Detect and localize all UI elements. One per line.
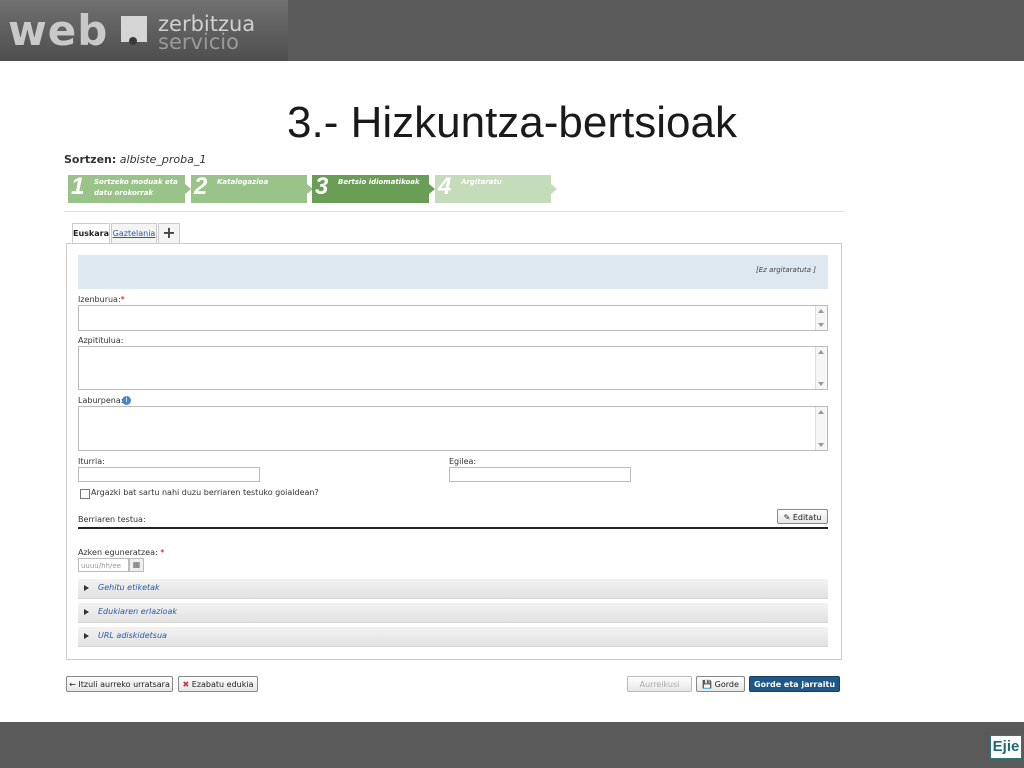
step-2[interactable]: 2 Katalogazioa: [191, 173, 313, 203]
source-input[interactable]: [78, 467, 260, 482]
summary-textarea[interactable]: [78, 406, 828, 451]
accordion-label: URL adiskidetsua: [98, 631, 167, 640]
save-icon: 💾: [702, 680, 713, 689]
scrollbar[interactable]: [815, 407, 827, 450]
step-3-active[interactable]: 3 Bertsio idiomatikoak: [312, 173, 435, 203]
add-language-icon[interactable]: +: [158, 223, 180, 243]
scrollbar[interactable]: [815, 347, 827, 389]
image-checkbox[interactable]: [80, 489, 90, 499]
edit-icon: ✎: [783, 513, 791, 522]
divider: [64, 211, 844, 212]
step-4[interactable]: 4 Argitaratu: [435, 173, 557, 203]
preview-button[interactable]: Aurreikusi: [627, 676, 692, 692]
step-arrow-icon: [551, 184, 557, 194]
calendar-icon[interactable]: ▦: [129, 558, 144, 572]
news-text-label: Berriaren testua:: [78, 515, 146, 524]
creating-title: Sortzen: albiste_proba_1: [64, 153, 206, 166]
step-label: Sortzeko moduak eta datu orokorrak: [94, 178, 178, 197]
bottom-banner: [0, 722, 1024, 768]
step-label: Katalogazioa: [217, 178, 269, 186]
slide-title: 3.- Hizkuntza-bertsioak: [287, 98, 737, 147]
info-icon[interactable]: i: [122, 396, 131, 405]
ejie-logo: Ejie: [990, 735, 1022, 759]
author-input[interactable]: [449, 467, 631, 482]
back-button[interactable]: ← Itzuli aurreko urratsara: [66, 676, 173, 692]
publish-status-bar: [Ez argitaratuta ]: [78, 255, 828, 289]
tab-euskara[interactable]: Euskara: [72, 223, 110, 244]
last-update-label: Azken eguneratzea: *: [78, 548, 165, 557]
accordion-friendly-url[interactable]: URL adiskidetsua: [78, 627, 828, 647]
image-checkbox-label: Argazki bat sartu nahi duzu berriaren te…: [91, 488, 319, 497]
expand-triangle-icon: [84, 585, 89, 591]
title-label: Izenburua:*: [78, 295, 125, 304]
tab-gaztelania[interactable]: Gaztelania: [111, 223, 157, 243]
step-number: 4: [438, 173, 452, 200]
author-label: Egilea:: [449, 457, 477, 466]
divider: [78, 527, 828, 529]
subtitle-label: Azpititulua:: [78, 336, 124, 345]
step-number: 3: [315, 173, 329, 200]
logo-line2: servicio: [158, 30, 239, 54]
accordion-relations[interactable]: Edukiaren erlazioak: [78, 603, 828, 623]
accordion-label: Gehitu etiketak: [98, 583, 160, 592]
delete-content-button[interactable]: ✖ Ezabatu edukia: [178, 676, 258, 692]
step-label: Argitaratu: [461, 178, 502, 186]
step-label: Bertsio idiomatikoak: [338, 178, 420, 186]
status-badge: [Ez argitaratuta ]: [756, 266, 816, 274]
expand-triangle-icon: [84, 633, 89, 639]
scrollbar[interactable]: [815, 306, 827, 330]
step-number: 1: [71, 173, 85, 200]
expand-triangle-icon: [84, 609, 89, 615]
accordion-tags[interactable]: Gehitu etiketak: [78, 579, 828, 599]
subtitle-textarea[interactable]: [78, 346, 828, 390]
step-1[interactable]: 1 Sortzeko moduak eta datu orokorrak: [68, 173, 191, 203]
logo-dot-icon: [129, 37, 137, 45]
source-label: Iturria:: [78, 457, 105, 466]
save-continue-button[interactable]: Gorde eta jarraitu →: [749, 676, 840, 704]
summary-label: Laburpena:: [78, 396, 124, 405]
edit-button[interactable]: ✎ Editatu: [777, 509, 828, 524]
top-banner: web zerbitzua servicio: [0, 0, 1024, 61]
save-button[interactable]: 💾 Gorde: [696, 676, 745, 692]
date-input[interactable]: uuuu/hh/ee: [78, 558, 129, 572]
logo-web-text: web: [8, 6, 109, 55]
title-textarea[interactable]: [78, 305, 828, 331]
creating-value: albiste_proba_1: [119, 153, 207, 166]
step-number: 2: [194, 173, 208, 200]
web-zerbitzua-logo: web zerbitzua servicio: [0, 0, 288, 61]
creating-label: Sortzen:: [64, 153, 117, 166]
accordion-label: Edukiaren erlazioak: [98, 607, 177, 616]
delete-icon: ✖: [182, 680, 190, 689]
